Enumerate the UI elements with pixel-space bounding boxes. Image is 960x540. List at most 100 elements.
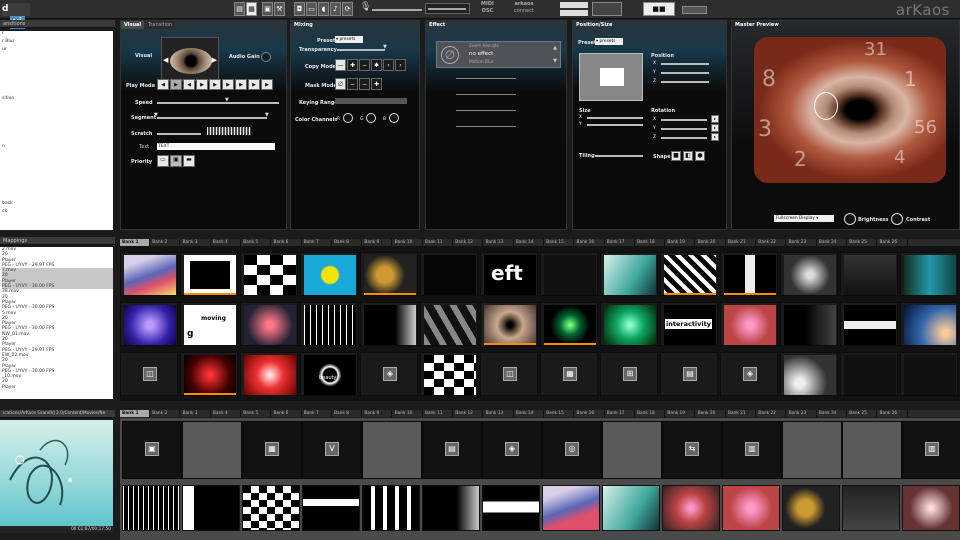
tab-visual[interactable]: Visual <box>121 21 145 29</box>
deck-slot[interactable]: ▦ <box>242 421 302 479</box>
trigger-cell[interactable]: ◫ <box>120 352 178 396</box>
deck-thumbnail[interactable] <box>722 485 780 531</box>
tiling-slider[interactable] <box>595 155 643 157</box>
trigger-cell[interactable] <box>180 252 238 296</box>
bank-tab[interactable]: Bank 17 <box>605 239 635 246</box>
bank-tab[interactable]: Bank 12 <box>453 410 484 417</box>
camera-icon[interactable]: ◘ <box>294 2 305 16</box>
deck-thumbnail[interactable] <box>842 485 900 531</box>
trigger-cell[interactable] <box>780 352 838 396</box>
trigger-cell[interactable] <box>240 252 298 296</box>
trigger-cell[interactable] <box>360 302 418 346</box>
rotation-x-slider[interactable] <box>661 119 707 121</box>
trigger-cell[interactable] <box>120 302 178 346</box>
mask-mode-button[interactable]: − <box>359 78 370 90</box>
deck-thumbnail[interactable] <box>542 485 600 531</box>
play-mode-button[interactable]: ▶ <box>248 79 260 90</box>
effect-list-item[interactable] <box>2 177 113 185</box>
bank-tab[interactable]: Bank 18 <box>635 410 666 417</box>
effect-list-item[interactable] <box>2 71 113 79</box>
trigger-cell[interactable] <box>480 302 538 346</box>
effect-list-item[interactable] <box>2 128 113 136</box>
trigger-cell[interactable] <box>900 352 958 396</box>
play-mode-button[interactable]: ▶ <box>170 79 182 90</box>
deck-slot[interactable]: ▣ <box>122 421 182 479</box>
effect-list-item[interactable]: ck <box>2 209 113 217</box>
deck-thumbnail[interactable] <box>782 485 840 531</box>
bank-tab[interactable]: Bank 21 <box>726 410 756 417</box>
effect-list-item[interactable] <box>2 55 113 63</box>
deck-thumbnail[interactable] <box>362 485 420 531</box>
midi-osc-indicator[interactable]: MIDI OSC <box>481 1 494 15</box>
bank-tab[interactable]: Bank 10 <box>393 239 423 246</box>
bank-tab[interactable]: Bank 8 <box>332 410 363 417</box>
bank-tab[interactable]: Bank 4 <box>211 410 241 417</box>
deck-slot[interactable] <box>362 421 422 479</box>
deck-slot[interactable]: ▤ <box>422 421 482 479</box>
trigger-cell[interactable] <box>360 252 418 296</box>
bank-tab[interactable]: Bank 9 <box>362 410 393 417</box>
copy-mode-button[interactable]: ✱ <box>371 59 382 71</box>
deck-thumbnail[interactable] <box>302 485 360 531</box>
trigger-cell[interactable] <box>420 252 478 296</box>
deck-slot[interactable]: ⇆ <box>662 421 722 479</box>
effect-list-item[interactable] <box>2 185 113 193</box>
effect-list-item[interactable]: r Blur <box>2 39 113 47</box>
effect-list-item[interactable] <box>2 63 113 71</box>
keying-range-slider[interactable] <box>335 98 407 104</box>
mask-mode-button[interactable]: ✚ <box>371 78 382 90</box>
visual-thumbnail[interactable]: ◀ ▶ <box>161 37 219 81</box>
position-x-slider[interactable] <box>661 63 709 65</box>
bank-tab[interactable]: Bank 23 <box>787 239 817 246</box>
bank-tab[interactable]: Bank 15 <box>544 239 575 246</box>
play-mode-button[interactable]: ◀ <box>183 79 195 90</box>
bank-tab[interactable]: Bank 25 <box>847 239 878 246</box>
bank-tab[interactable]: Bank 20 <box>696 410 726 417</box>
blue-channel-knob[interactable] <box>389 113 399 123</box>
contrast-knob[interactable] <box>891 213 903 225</box>
bank-tab[interactable]: Bank 15 <box>544 410 575 417</box>
trigger-cell[interactable]: ◫ <box>480 352 538 396</box>
effect-list-item[interactable] <box>2 88 113 96</box>
deck-thumbnail[interactable] <box>242 485 300 531</box>
deck-slot[interactable] <box>182 421 242 479</box>
play-mode-button[interactable]: ▶ <box>222 79 234 90</box>
rotation-x-button[interactable]: ▸ <box>711 115 719 123</box>
bank-tab[interactable]: Bank 10 <box>393 410 423 417</box>
effect-param-2[interactable] <box>456 94 516 95</box>
trigger-cell[interactable]: beauty <box>300 352 358 396</box>
bank-tab[interactable]: Bank 9 <box>362 239 393 246</box>
effect-list-item[interactable] <box>2 112 113 120</box>
mic-icon[interactable]: ♪ <box>330 2 341 16</box>
trigger-cell[interactable] <box>240 302 298 346</box>
effect-list-item[interactable] <box>2 193 113 201</box>
position-preset-select[interactable]: ▾ presets <box>595 38 623 45</box>
bank-tab[interactable]: Bank 3 <box>181 410 211 417</box>
deck-thumbnail[interactable] <box>422 485 480 531</box>
trigger-cell[interactable] <box>120 252 178 296</box>
effect-list-item[interactable] <box>2 169 113 177</box>
effect-list-item[interactable] <box>2 217 113 225</box>
size-x-slider[interactable] <box>587 117 643 119</box>
deck-slot[interactable]: ▥ <box>722 421 782 479</box>
trigger-cell[interactable] <box>900 252 958 296</box>
record-controls[interactable] <box>592 2 622 16</box>
transparency-slider[interactable] <box>337 49 385 51</box>
grid-icon[interactable]: ▦ <box>246 2 257 16</box>
play-mode-button[interactable]: ▶ <box>235 79 247 90</box>
copy-mode-button[interactable]: ✚ <box>347 59 358 71</box>
chevron-down-icon[interactable]: ▼ <box>553 58 557 64</box>
trigger-cell[interactable] <box>600 252 658 296</box>
trigger-cell[interactable] <box>300 252 358 296</box>
bank-tab[interactable]: Bank 16 <box>575 410 605 417</box>
bank-tab[interactable]: Bank 7 <box>302 239 332 246</box>
file-browser-list[interactable]: 2.mov 20 Player PEG - UYVY - 29.97 FPS 7.mov… <box>0 247 113 399</box>
arkaos-connect[interactable]: arkaos connect <box>514 1 534 15</box>
deck-slot[interactable] <box>602 421 662 479</box>
bank-tab[interactable]: Bank 24 <box>817 410 847 417</box>
rotation-z-slider[interactable] <box>661 137 707 139</box>
speed-slider[interactable] <box>157 102 279 104</box>
red-channel-knob[interactable] <box>343 113 353 123</box>
priority-high-button[interactable]: ▬ <box>183 155 195 167</box>
deck-thumbnail[interactable] <box>602 485 660 531</box>
